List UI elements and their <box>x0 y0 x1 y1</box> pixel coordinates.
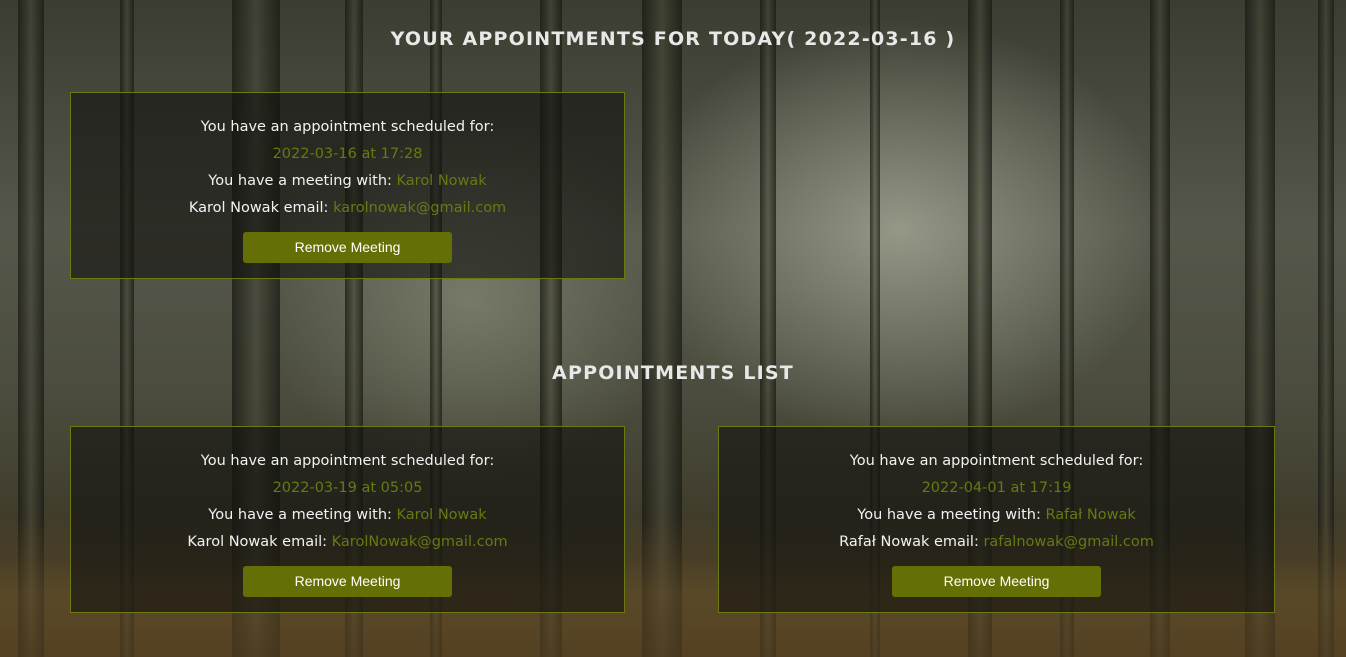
appointment-datetime: 2022-03-16 at 17:28 <box>272 146 423 162</box>
appointment-datetime: 2022-03-19 at 05:05 <box>272 480 423 496</box>
email-value: KarolNowak@gmail.com <box>331 534 508 550</box>
remove-meeting-button[interactable]: Remove Meeting <box>243 232 452 263</box>
meeting-line: You have a meeting with: Karol Nowak <box>71 502 624 529</box>
remove-meeting-button[interactable]: Remove Meeting <box>243 566 452 597</box>
appointment-card: You have an appointment scheduled for: 2… <box>70 426 625 613</box>
meeting-line: You have a meeting with: Rafał Nowak <box>719 502 1274 529</box>
email-label: Karol Nowak email: <box>188 200 329 216</box>
meeting-person: Karol Nowak <box>396 173 487 189</box>
meeting-line: You have a meeting with: Karol Nowak <box>71 168 624 195</box>
email-label: Karol Nowak email: <box>187 534 328 550</box>
appointment-card: You have an appointment scheduled for: 2… <box>718 426 1275 613</box>
today-title: YOUR APPOINTMENTS FOR TODAY( 2022-03-16 … <box>390 28 956 50</box>
email-line: Rafał Nowak email: rafalnowak@gmail.com <box>719 529 1274 556</box>
scheduled-label: You have an appointment scheduled for: <box>849 453 1144 469</box>
email-value: rafalnowak@gmail.com <box>983 534 1154 550</box>
appointment-card-today: You have an appointment scheduled for: 2… <box>70 92 625 279</box>
email-value: karolnowak@gmail.com <box>333 200 507 216</box>
meeting-label: You have a meeting with: <box>208 507 392 523</box>
remove-meeting-button[interactable]: Remove Meeting <box>892 566 1101 597</box>
scheduled-label: You have an appointment scheduled for: <box>200 119 495 135</box>
appointments-list-title: APPOINTMENTS LIST <box>552 362 794 384</box>
meeting-person: Rafał Nowak <box>1045 507 1136 523</box>
meeting-label: You have a meeting with: <box>857 507 1041 523</box>
meeting-label: You have a meeting with: <box>208 173 392 189</box>
email-label: Rafał Nowak email: <box>839 534 979 550</box>
email-line: Karol Nowak email: KarolNowak@gmail.com <box>71 529 624 556</box>
meeting-person: Karol Nowak <box>396 507 487 523</box>
email-line: Karol Nowak email: karolnowak@gmail.com <box>71 195 624 222</box>
appointment-datetime: 2022-04-01 at 17:19 <box>921 480 1072 496</box>
scheduled-label: You have an appointment scheduled for: <box>200 453 495 469</box>
